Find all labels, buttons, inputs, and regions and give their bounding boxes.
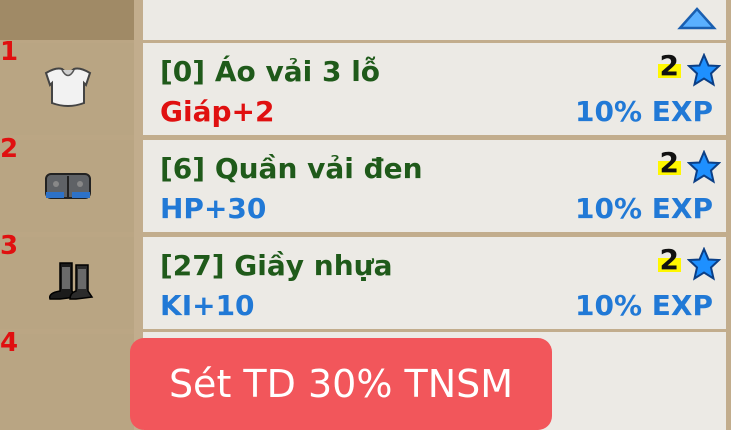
slot-number: 1	[0, 37, 19, 67]
pants-icon	[45, 173, 91, 199]
header-left	[0, 0, 134, 40]
item-level: 2	[657, 243, 681, 276]
item-stat: Giáp+2	[160, 95, 275, 128]
item-name: [0] Áo vải 3 lỗ	[160, 55, 381, 88]
item-row[interactable]: [6] Quần vải đen HP+30 2 10% EXP	[143, 140, 726, 232]
item-slot-3[interactable]: 3	[0, 231, 134, 329]
shirt-icon	[44, 67, 92, 107]
slot-number: 3	[0, 231, 19, 261]
item-name: [6] Quần vải đen	[160, 152, 423, 185]
toast-notification: Sét TD 30% TNSM	[130, 338, 552, 430]
slot-number: 2	[0, 134, 19, 164]
boots-icon	[48, 262, 94, 300]
star-icon	[687, 53, 721, 87]
item-exp: 10% EXP	[574, 289, 713, 322]
item-slot-1[interactable]: 1	[0, 37, 134, 135]
star-icon	[687, 247, 721, 281]
item-level: 2	[657, 49, 681, 82]
item-exp: 10% EXP	[574, 95, 713, 128]
header-bar	[143, 0, 726, 40]
star-icon	[687, 150, 721, 184]
item-slot-4[interactable]: 4	[0, 328, 134, 430]
item-stat: HP+30	[160, 192, 267, 225]
item-row[interactable]: [0] Áo vải 3 lỗ Giáp+2 2 10% EXP	[143, 43, 726, 135]
item-level: 2	[657, 146, 681, 179]
item-exp: 10% EXP	[574, 192, 713, 225]
item-stat: KI+10	[160, 289, 255, 322]
item-slot-2[interactable]: 2	[0, 134, 134, 232]
slot-number: 4	[0, 328, 19, 358]
item-name: [27] Giầy nhựa	[160, 249, 393, 282]
item-row[interactable]: [27] Giầy nhựa KI+10 2 10% EXP	[143, 237, 726, 329]
scroll-up-icon[interactable]	[677, 6, 717, 32]
